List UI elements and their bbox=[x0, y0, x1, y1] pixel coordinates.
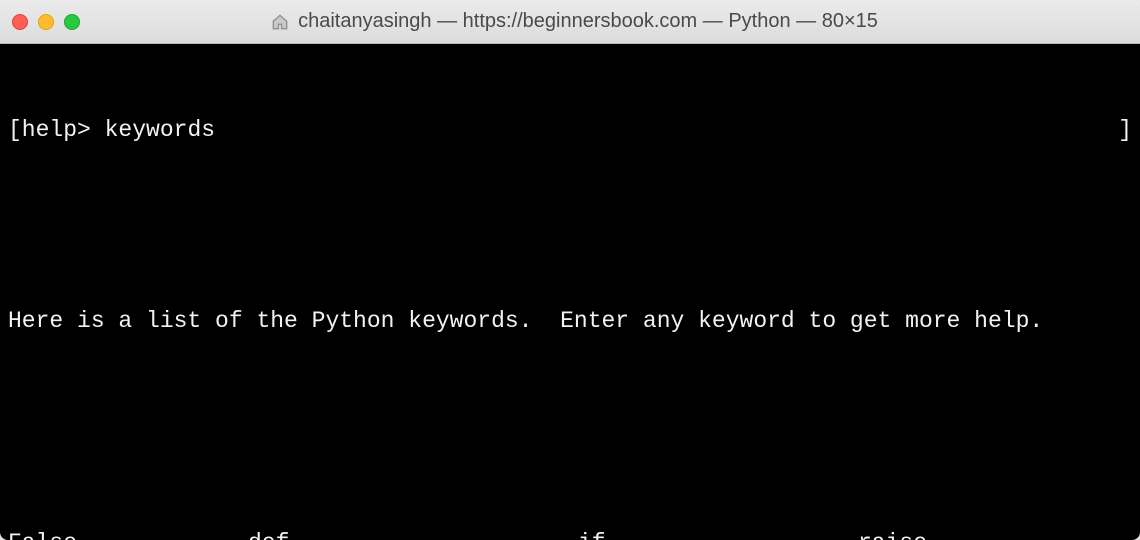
keywords-grid: False def if raise None del import retur… bbox=[8, 528, 1132, 540]
help-prompt-open: [help> bbox=[8, 115, 105, 147]
keyword: def bbox=[248, 528, 578, 540]
titlebar[interactable]: chaitanyasingh — https://beginnersbook.c… bbox=[0, 0, 1140, 44]
command-line: [help> keywords] bbox=[8, 115, 1132, 147]
keyword: False bbox=[8, 528, 248, 540]
keyword: raise bbox=[858, 528, 1132, 540]
window-title: chaitanyasingh — https://beginnersbook.c… bbox=[298, 10, 878, 33]
window-title-wrap: chaitanyasingh — https://beginnersbook.c… bbox=[80, 10, 1068, 33]
help-prompt-close: ] bbox=[1118, 115, 1132, 147]
close-icon[interactable] bbox=[12, 14, 28, 30]
terminal-window: chaitanyasingh — https://beginnersbook.c… bbox=[0, 0, 1140, 540]
home-icon bbox=[270, 12, 290, 32]
maximize-icon[interactable] bbox=[64, 14, 80, 30]
keyword: if bbox=[578, 528, 858, 540]
traffic-lights bbox=[12, 14, 80, 30]
blank-line bbox=[8, 211, 1132, 243]
blank-line bbox=[8, 401, 1132, 433]
minimize-icon[interactable] bbox=[38, 14, 54, 30]
terminal-viewport[interactable]: [help> keywords] Here is a list of the P… bbox=[0, 44, 1140, 540]
intro-text: Here is a list of the Python keywords. E… bbox=[8, 306, 1132, 338]
command-entered: keywords bbox=[105, 115, 215, 147]
